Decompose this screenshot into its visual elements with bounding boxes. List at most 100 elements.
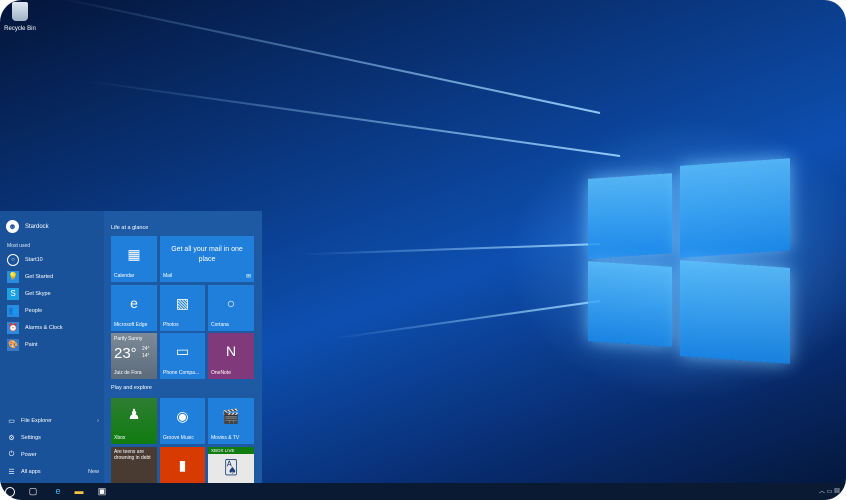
- power-icon: ⏻: [8, 451, 15, 458]
- new-badge: New: [87, 469, 99, 475]
- windows-logo-pane: [588, 173, 672, 259]
- app-label: People: [25, 308, 43, 314]
- tile-label: Photos: [163, 322, 179, 328]
- app-get-skype[interactable]: S Get Skype: [7, 287, 51, 301]
- chevron-up-icon[interactable]: ︿: [819, 489, 825, 495]
- power-label: Power: [21, 452, 37, 458]
- user-account[interactable]: ☻ Stardock: [6, 220, 49, 233]
- taskbar-file-explorer[interactable]: ▬: [71, 483, 87, 500]
- desktop-wallpaper: Recycle Bin ☻ Stardock Most used ○ Start…: [0, 0, 846, 500]
- tile-label: Movies & TV: [211, 435, 240, 441]
- start-orb-icon: [5, 486, 15, 497]
- tile-label: Microsoft Edge: [114, 322, 148, 328]
- taskbar-store[interactable]: ▣: [94, 483, 110, 500]
- xbox-live-badge: XBOX LIVE: [208, 447, 254, 454]
- tile-label: Mail: [163, 273, 173, 279]
- group-header-play: Play and explore: [111, 385, 152, 391]
- light-beam: [332, 300, 601, 340]
- app-paint[interactable]: 🎨 Paint: [7, 338, 38, 352]
- app-start10[interactable]: ○ Start10: [7, 253, 43, 267]
- folder-icon: ▬: [74, 486, 84, 496]
- tile-office[interactable]: ▮: [160, 447, 205, 483]
- folder-icon: ▭: [8, 418, 15, 425]
- alarm-clock-icon: ⏰: [7, 322, 19, 334]
- phone-companion-icon: ▭: [175, 343, 190, 359]
- skype-icon: S: [7, 288, 19, 300]
- recycle-bin-label: Recycle Bin: [4, 26, 36, 32]
- action-center-icon[interactable]: ▭: [827, 489, 833, 495]
- weather-city: Juiz de Fora: [114, 370, 142, 376]
- app-alarms-clock[interactable]: ⏰ Alarms & Clock: [7, 321, 63, 335]
- tile-label: Groove Music: [163, 435, 194, 441]
- list-icon: ☰: [8, 469, 15, 476]
- weather-temperature: 23°: [114, 345, 137, 362]
- tile-weather[interactable]: Partly Sunny 23° 24° 14° Juiz de Fora: [111, 333, 157, 379]
- onenote-icon: N: [225, 343, 237, 359]
- taskbar-edge[interactable]: e: [50, 483, 66, 500]
- groove-music-icon: ◉: [176, 408, 189, 424]
- settings-label: Settings: [21, 435, 41, 441]
- calendar-icon: ▦: [127, 246, 141, 262]
- envelope-icon: ✉: [245, 274, 251, 280]
- app-label: Get Skype: [25, 291, 51, 297]
- network-icon[interactable]: ▦: [834, 489, 840, 495]
- windows-logo-pane: [680, 158, 790, 258]
- tile-photos[interactable]: ▧ Photos: [160, 285, 205, 331]
- tile-movies-tv[interactable]: 🎬 Movies & TV: [208, 398, 254, 444]
- tile-label: Phone Compa...: [163, 370, 200, 376]
- user-avatar-icon: ☻: [6, 220, 19, 233]
- tile-calendar[interactable]: ▦ Calendar: [111, 236, 157, 282]
- tile-news[interactable]: Are teens are drowning in debt: [111, 447, 157, 483]
- movies-tv-icon: 🎬: [222, 408, 240, 424]
- people-icon: 👥: [7, 305, 19, 317]
- weather-low: 14°: [142, 353, 150, 359]
- file-explorer-item[interactable]: ▭ File Explorer ›: [7, 417, 99, 425]
- tile-phone-companion[interactable]: ▭ Phone Compa...: [160, 333, 205, 379]
- tile-cortana[interactable]: ○ Cortana: [208, 285, 254, 331]
- start-menu: ☻ Stardock Most used ○ Start10 💡 Get Sta…: [0, 211, 262, 483]
- system-tray: ︿ ▭ ▦: [819, 486, 840, 495]
- start-button[interactable]: [2, 483, 18, 500]
- weather-high: 24°: [142, 346, 150, 352]
- app-people[interactable]: 👥 People: [7, 304, 42, 318]
- weather-range: 24° 14°: [142, 346, 150, 360]
- most-used-header: Most used: [7, 243, 31, 249]
- all-apps-item[interactable]: ☰ All apps New: [7, 468, 99, 476]
- start10-icon: ○: [7, 254, 19, 266]
- tile-solitaire[interactable]: XBOX LIVE 🂡: [208, 447, 254, 483]
- tile-label: Xbox: [114, 435, 126, 441]
- app-label: Alarms & Clock: [25, 325, 63, 331]
- group-header-life: Life at a glance: [111, 225, 149, 231]
- tile-microsoft-edge[interactable]: e Microsoft Edge: [111, 285, 157, 331]
- all-apps-label: All apps: [21, 469, 41, 475]
- playing-cards-icon: 🂡: [223, 459, 239, 475]
- light-beam: [85, 79, 621, 157]
- app-get-started[interactable]: 💡 Get Started: [7, 270, 53, 284]
- tile-mail[interactable]: Get all your mail in one place Mail ✉: [160, 236, 254, 282]
- start-menu-left-pane: ☻ Stardock Most used ○ Start10 💡 Get Sta…: [0, 211, 104, 483]
- app-label: Paint: [25, 342, 38, 348]
- office-icon: ▮: [178, 457, 187, 473]
- app-label: Start10: [25, 257, 43, 263]
- task-view-button[interactable]: ▢: [25, 483, 41, 500]
- light-beam: [300, 243, 601, 256]
- gear-icon: ⚙: [8, 435, 15, 442]
- edge-icon: e: [55, 486, 61, 496]
- recycle-bin-shortcut[interactable]: Recycle Bin: [2, 2, 38, 32]
- tile-groove-music[interactable]: ◉ Groove Music: [160, 398, 205, 444]
- taskbar: ▢ e ▬ ▣ ︿ ▭ ▦: [0, 483, 846, 500]
- power-item[interactable]: ⏻ Power: [7, 451, 99, 459]
- tile-label: OneNote: [211, 370, 232, 376]
- lightbulb-icon: 💡: [7, 271, 19, 283]
- user-name: Stardock: [25, 223, 49, 230]
- tile-onenote[interactable]: N OneNote: [208, 333, 254, 379]
- light-beam: [52, 0, 601, 114]
- tile-label: Calendar: [114, 273, 135, 279]
- chevron-right-icon[interactable]: ›: [97, 418, 99, 424]
- tile-xbox[interactable]: ♟ Xbox: [111, 398, 157, 444]
- windows-logo-pane: [680, 260, 790, 364]
- news-headline: Are teens are drowning in debt: [114, 449, 151, 461]
- settings-item[interactable]: ⚙ Settings: [7, 434, 99, 442]
- paint-icon: 🎨: [7, 339, 19, 351]
- cortana-icon: ○: [226, 295, 236, 311]
